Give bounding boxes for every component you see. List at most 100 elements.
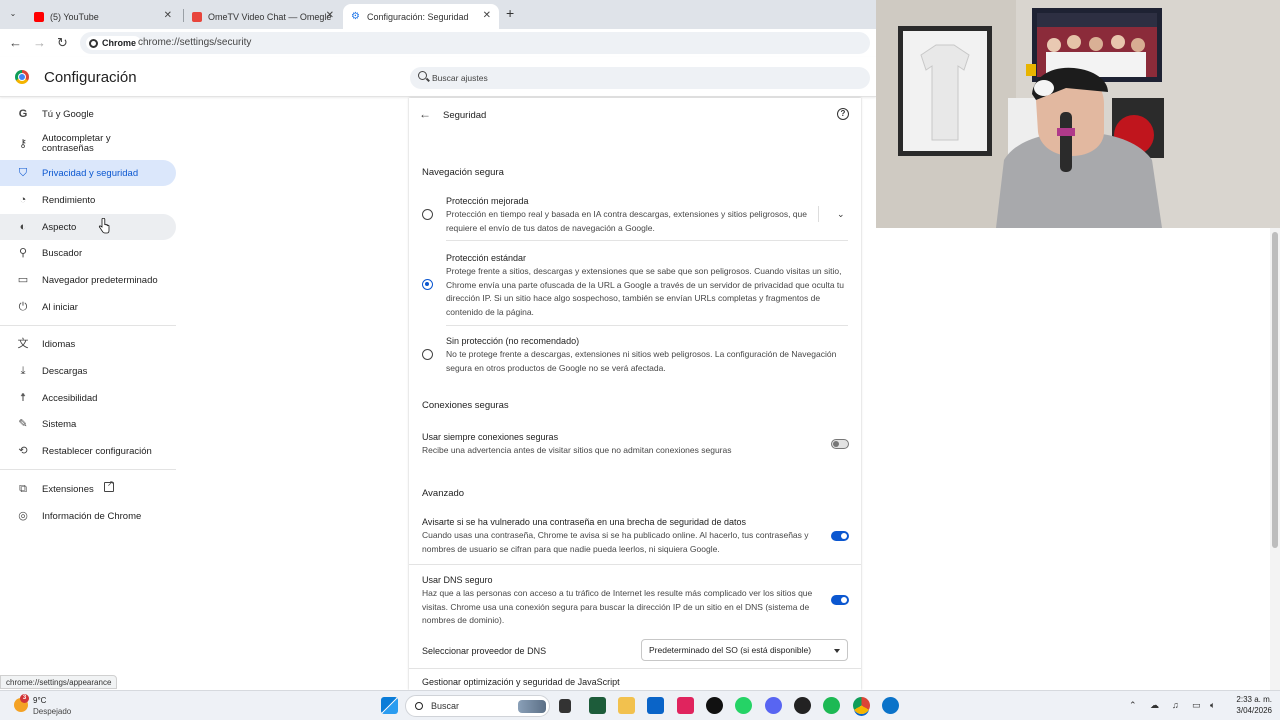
monitor-icon[interactable]: ▭ bbox=[1192, 700, 1201, 711]
volume-icon[interactable]: 🔈︎ bbox=[1210, 700, 1215, 711]
tab-strip: ⌄ (5) YouTube ✕ OmeTV Video Chat — Omegl… bbox=[0, 0, 876, 29]
windows-start-icon[interactable] bbox=[381, 697, 398, 714]
youtube-icon bbox=[34, 11, 44, 22]
sidebar-item-label: Al iniciar bbox=[42, 302, 78, 313]
chevron-down-icon[interactable]: ⌄ bbox=[837, 209, 845, 220]
sidebar-item-about-chrome[interactable]: ◎ Información de Chrome bbox=[0, 503, 176, 529]
puzzle-icon: ⧉ bbox=[19, 483, 27, 495]
file-explorer-icon[interactable] bbox=[618, 697, 635, 714]
sidebar-item-reset[interactable]: ⟲ Restablecer configuración bbox=[0, 438, 176, 464]
hand-cursor-icon bbox=[98, 218, 110, 234]
back-arrow-icon[interactable]: ← bbox=[419, 107, 431, 121]
sidebar-item-label: Extensiones bbox=[42, 484, 94, 495]
time: 2:33 a. m. bbox=[1236, 695, 1272, 704]
dns-provider-label: Seleccionar proveedor de DNS bbox=[422, 646, 547, 656]
url-text: chrome://settings/security bbox=[138, 37, 252, 48]
whatsapp-icon[interactable] bbox=[735, 697, 752, 714]
close-tab-icon[interactable]: ✕ bbox=[164, 10, 172, 21]
forward-button[interactable]: → bbox=[33, 35, 46, 51]
sidebar-item-languages[interactable]: 文 Idiomas bbox=[0, 331, 176, 357]
help-icon[interactable]: ? bbox=[837, 108, 849, 120]
tiktok-icon[interactable] bbox=[706, 697, 723, 714]
chrome-taskbar-icon[interactable] bbox=[853, 697, 870, 714]
sidebar-item-label: Privacidad y seguridad bbox=[42, 168, 139, 179]
gear-icon: ⚙ bbox=[351, 10, 360, 22]
nvidia-app-icon[interactable] bbox=[589, 697, 606, 714]
microphone-icon[interactable]: ♫ bbox=[1172, 700, 1179, 710]
close-tab-icon[interactable]: ✕ bbox=[483, 10, 491, 21]
tab-ometv[interactable]: OmeTV Video Chat — Omegle ✕ bbox=[184, 4, 342, 29]
weather-widget[interactable]: 3 9°C Despejado bbox=[12, 694, 92, 718]
search-input[interactable] bbox=[432, 70, 852, 86]
address-bar[interactable]: Chrome chrome://settings/security bbox=[80, 32, 870, 54]
option-desc-enhanced: Protección en tiempo real y basada en IA… bbox=[446, 209, 807, 233]
sidebar-item-label: Accesibilidad bbox=[42, 393, 98, 404]
store-icon[interactable] bbox=[647, 697, 664, 714]
site-info-chip[interactable]: Chrome bbox=[86, 36, 142, 50]
https-row-title: Usar siempre conexiones seguras bbox=[422, 432, 559, 442]
new-tab-button[interactable]: + bbox=[506, 5, 514, 21]
dns-provider-select[interactable]: Predeterminado del SO (si está disponibl… bbox=[641, 639, 848, 661]
sidebar-item-extensions[interactable]: ⧉ Extensiones bbox=[0, 476, 176, 502]
app-icon[interactable] bbox=[677, 697, 694, 714]
browser-icon: ▭ bbox=[17, 274, 29, 286]
chrome-logo-icon bbox=[15, 70, 29, 84]
radio-standard[interactable] bbox=[422, 279, 433, 290]
sidebar-item-default-browser[interactable]: ▭ Navegador predeterminado bbox=[0, 267, 176, 293]
secure-dns-title: Usar DNS seguro bbox=[422, 575, 493, 585]
reload-button[interactable]: ↻ bbox=[57, 35, 68, 51]
search-app-icon[interactable] bbox=[882, 697, 899, 714]
chevron-up-icon[interactable]: ⌃ bbox=[1129, 700, 1137, 711]
sidebar-item-label: Tú y Google bbox=[42, 109, 94, 120]
sidebar-divider bbox=[0, 469, 176, 470]
sidebar-item-performance[interactable]: ◔ Rendimiento bbox=[0, 187, 176, 213]
tab-title: Configuración: Seguridad bbox=[367, 11, 469, 22]
gauge-icon: ◔ bbox=[19, 194, 27, 206]
javascript-row-title[interactable]: Gestionar optimización y seguridad de Ja… bbox=[422, 677, 620, 687]
sidebar-item-on-startup[interactable]: ⏻ Al iniciar bbox=[0, 294, 176, 320]
wrench-icon: ✎ bbox=[18, 418, 28, 430]
sidebar-item-search-engine[interactable]: ⚲ Buscador bbox=[0, 240, 176, 266]
google-icon: G bbox=[18, 108, 28, 120]
chip-label: Chrome bbox=[102, 38, 137, 48]
sidebar-item-downloads[interactable]: ⤓ Descargas bbox=[0, 358, 176, 384]
search-icon bbox=[418, 71, 427, 80]
toolbar: ← → ↻ Chrome chrome://settings/security bbox=[0, 29, 876, 57]
https-toggle[interactable] bbox=[831, 439, 849, 449]
cloud-icon[interactable]: ☁ bbox=[1150, 700, 1159, 711]
search-icon: ⚲ bbox=[18, 247, 28, 259]
taskbar-search[interactable]: Buscar bbox=[405, 695, 550, 717]
dns-provider-value: Predeterminado del SO (si está disponibl… bbox=[649, 645, 812, 655]
taskbar-search-label: Buscar bbox=[431, 701, 460, 711]
status-url-bubble: chrome://settings/appearance bbox=[0, 675, 118, 689]
sidebar-item-appearance[interactable]: ◐ Aspecto bbox=[0, 214, 176, 240]
clock[interactable]: 2:33 a. m. 3/04/2026 bbox=[1222, 694, 1272, 716]
search-highlight-icon bbox=[518, 700, 546, 713]
tab-settings[interactable]: ⚙ Configuración: Seguridad ✕ bbox=[343, 4, 499, 29]
power-icon: ⏻ bbox=[18, 301, 28, 313]
tab-search-button[interactable]: ⌄ bbox=[6, 7, 20, 21]
sidebar-item-label: Navegador predeterminado bbox=[42, 275, 158, 286]
sidebar-item-system[interactable]: ✎ Sistema bbox=[0, 411, 176, 437]
settings-search[interactable] bbox=[410, 67, 870, 89]
sidebar-item-privacy[interactable]: ⛉ Privacidad y seguridad bbox=[0, 160, 176, 186]
chrome-icon: ◎ bbox=[18, 510, 28, 522]
notification-badge: 3 bbox=[20, 694, 29, 703]
password-alert-toggle[interactable] bbox=[831, 531, 849, 541]
radio-no-protection[interactable] bbox=[422, 349, 433, 360]
sidebar-item-accessibility[interactable]: ☨ Accesibilidad bbox=[0, 385, 176, 411]
close-tab-icon[interactable]: ✕ bbox=[326, 10, 334, 21]
secure-dns-toggle[interactable] bbox=[831, 595, 849, 605]
scrollbar-thumb[interactable] bbox=[1272, 232, 1278, 548]
back-button[interactable]: ← bbox=[9, 35, 22, 51]
tab-youtube[interactable]: (5) YouTube ✕ bbox=[26, 4, 180, 29]
sidebar-item-you-and-google[interactable]: G Tú y Google bbox=[0, 101, 176, 127]
tab-title: OmeTV Video Chat — Omegle bbox=[208, 11, 332, 22]
sidebar-item-autofill[interactable]: ⚷ Autocompletar y contraseñas bbox=[0, 132, 176, 156]
spotify-icon[interactable] bbox=[823, 697, 840, 714]
sidebar: G Tú y Google ⚷ Autocompletar y contrase… bbox=[0, 98, 180, 690]
discord-icon[interactable] bbox=[765, 697, 782, 714]
steam-icon[interactable] bbox=[794, 697, 811, 714]
radio-enhanced[interactable] bbox=[422, 209, 433, 220]
task-view-icon[interactable] bbox=[559, 699, 571, 713]
